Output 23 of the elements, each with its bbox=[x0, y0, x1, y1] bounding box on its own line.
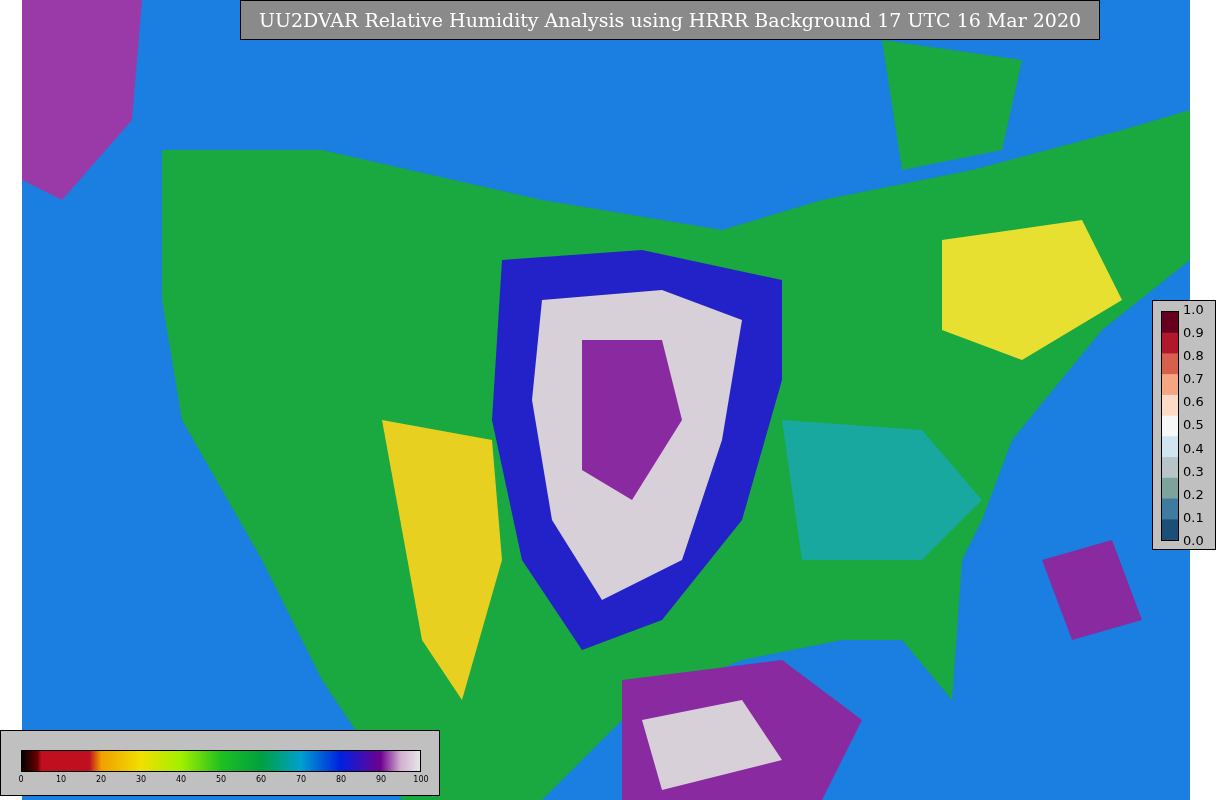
colorbar-tick-label: 70 bbox=[295, 775, 307, 784]
colorbar-tick-label: 0 bbox=[18, 775, 24, 784]
colorbar-tick-label: 0.9 bbox=[1183, 325, 1204, 341]
map-title: UU2DVAR Relative Humidity Analysis using HRRR Background 17 UTC 16 Mar 2020 bbox=[240, 0, 1100, 40]
colorbar-tick-label: 20 bbox=[95, 775, 107, 784]
colorbar-tick-label: 40 bbox=[175, 775, 187, 784]
colorbar-tick-label: 0.6 bbox=[1183, 394, 1204, 410]
colorbar-tick-label: 10 bbox=[55, 775, 67, 784]
colorbar-tick-label: 0.1 bbox=[1183, 509, 1204, 525]
colorbar-tick-label: 0.5 bbox=[1183, 417, 1204, 433]
colorbar-tick-label: 50 bbox=[215, 775, 227, 784]
colorbar-tick-label: 0.7 bbox=[1183, 371, 1204, 387]
colorbar-tick-label: 0.2 bbox=[1183, 486, 1204, 502]
colorbar-tick-label: 80 bbox=[335, 775, 347, 784]
colorbar-tick-label: 1.0 bbox=[1183, 302, 1204, 317]
colorbar-tick-label: 0.3 bbox=[1183, 463, 1204, 479]
colorbar-tick-label: 0.0 bbox=[1183, 532, 1204, 548]
colorbar-tick-label: 60 bbox=[255, 775, 267, 784]
colorbar-tick-label: 100 bbox=[413, 775, 429, 784]
colorbar-tick-label: 0.8 bbox=[1183, 348, 1204, 364]
colorbar-tick-label: 30 bbox=[135, 775, 147, 784]
colorbar-tick-label: 90 bbox=[375, 775, 387, 784]
colorbar-tick-label: 0.4 bbox=[1183, 440, 1204, 456]
